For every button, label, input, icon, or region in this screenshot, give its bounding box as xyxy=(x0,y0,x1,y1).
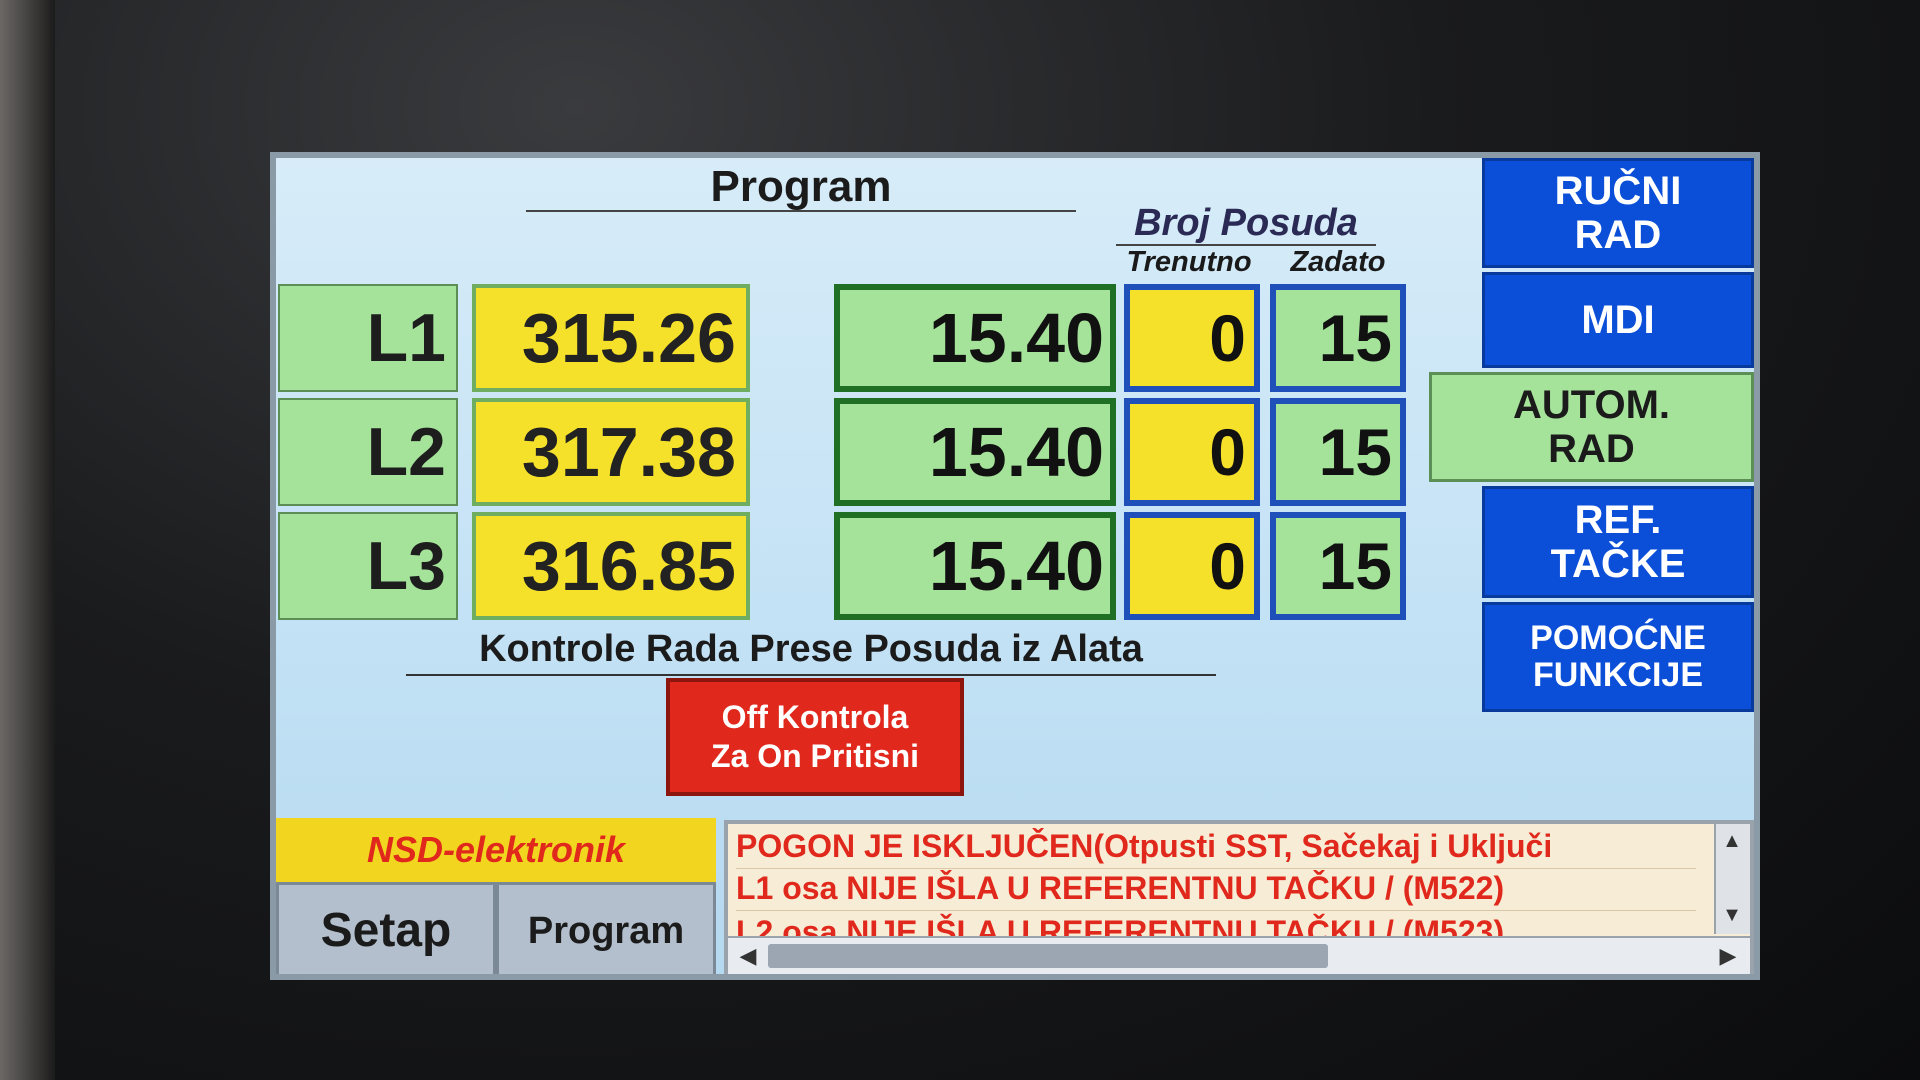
scrollbar-thumb[interactable] xyxy=(768,944,1328,968)
alarm-message: L1 osa NIJE IŠLA U REFERENTNU TAČKU / (M… xyxy=(736,870,1696,911)
scroll-down-icon[interactable]: ▼ xyxy=(1719,902,1745,928)
axis-label-l3: L3 xyxy=(278,512,458,620)
count-set-l1[interactable]: 15 xyxy=(1270,284,1406,392)
axis-value-l1[interactable]: 15.40 xyxy=(834,284,1116,392)
alarm-message: L2 osa NIJE IŠLA U REFERENTNU TAČKU / (M… xyxy=(736,912,1696,937)
column-header-set: Zadato xyxy=(1290,246,1386,278)
axis-position-l3: 316.85 xyxy=(472,512,750,620)
alarm-message-list[interactable]: POGON JE ISKLJUČEN(Otpusti SST, Sačekaj … xyxy=(724,820,1754,974)
scroll-right-icon[interactable]: ▶ xyxy=(1714,942,1742,970)
scroll-left-icon[interactable]: ◀ xyxy=(734,942,762,970)
count-current-l2: 0 xyxy=(1124,398,1260,506)
alarm-message: POGON JE ISKLJUČEN(Otpusti SST, Sačekaj … xyxy=(736,828,1696,869)
reference-points-button[interactable]: REF. TAČKE xyxy=(1482,486,1754,598)
scroll-up-icon[interactable]: ▲ xyxy=(1719,828,1745,854)
tab-setup[interactable]: Setap xyxy=(276,882,496,974)
axis-label-l1: L1 xyxy=(278,284,458,392)
horizontal-scrollbar[interactable]: ◀ ▶ xyxy=(728,936,1750,974)
count-current-l3: 0 xyxy=(1124,512,1260,620)
axis-label-l2: L2 xyxy=(278,398,458,506)
vertical-scrollbar[interactable]: ▲ ▼ xyxy=(1714,824,1750,934)
control-toggle-button[interactable]: Off Kontrola Za On Pritisni xyxy=(666,678,964,796)
brand-logo: NSD-elektronik xyxy=(276,818,716,882)
count-set-l3[interactable]: 15 xyxy=(1270,512,1406,620)
page-title: Program xyxy=(526,162,1076,212)
axis-position-l2: 317.38 xyxy=(472,398,750,506)
manual-mode-button[interactable]: RUČNI RAD xyxy=(1482,158,1754,268)
count-current-l1: 0 xyxy=(1124,284,1260,392)
tab-program[interactable]: Program xyxy=(496,882,716,974)
auto-mode-button[interactable]: AUTOM. RAD xyxy=(1429,372,1754,482)
press-controls-heading: Kontrole Rada Prese Posuda iz Alata xyxy=(406,628,1216,676)
axis-value-l3[interactable]: 15.40 xyxy=(834,512,1116,620)
axis-position-l1: 315.26 xyxy=(472,284,750,392)
hmi-screen: Program Broj Posuda Trenutno Zadato L1 3… xyxy=(270,152,1760,980)
axis-value-l2[interactable]: 15.40 xyxy=(834,398,1116,506)
column-header-current: Trenutno xyxy=(1126,246,1252,278)
mdi-mode-button[interactable]: MDI xyxy=(1482,272,1754,368)
count-set-l2[interactable]: 15 xyxy=(1270,398,1406,506)
device-frame-edge xyxy=(0,0,55,1080)
counter-title: Broj Posuda xyxy=(1116,202,1376,246)
auxiliary-functions-button[interactable]: POMOĆNE FUNKCIJE xyxy=(1482,602,1754,712)
